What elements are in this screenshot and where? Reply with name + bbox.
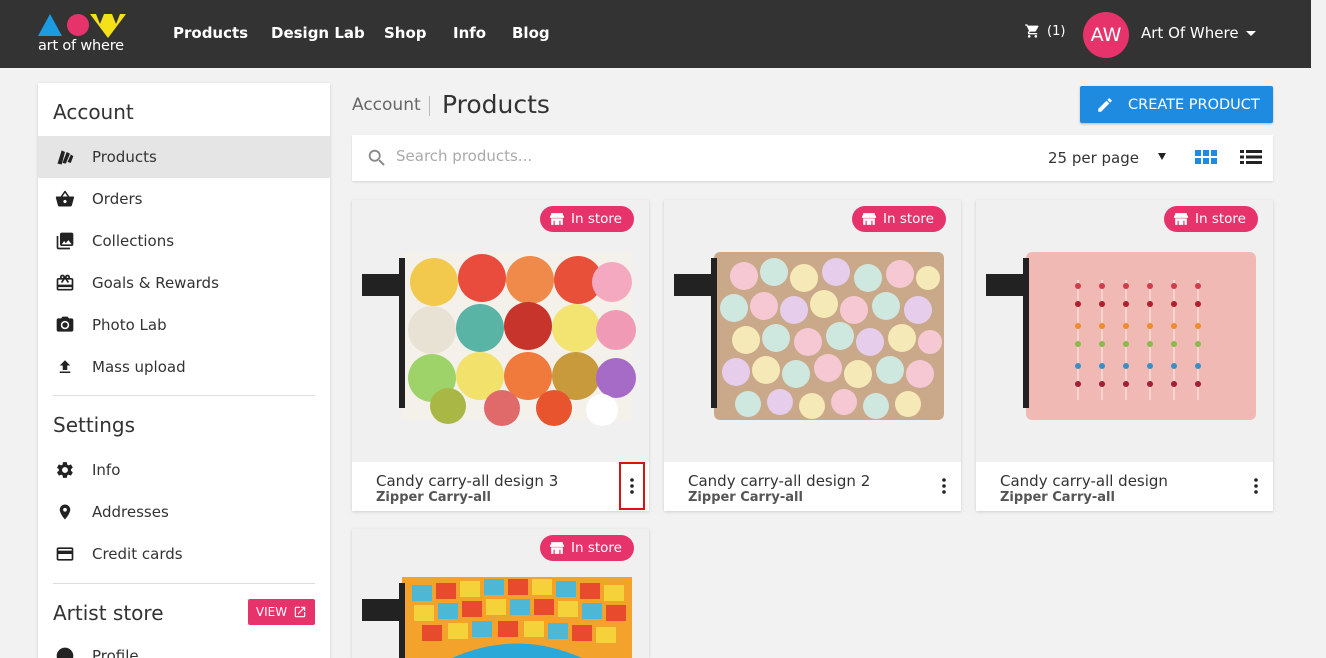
store-icon	[550, 542, 565, 554]
sidebar-item-label: Products	[92, 148, 157, 166]
in-store-badge: In store	[540, 535, 634, 561]
account-sidebar: Account Products Orders Collections Goal…	[38, 83, 330, 658]
more-vertical-icon	[630, 478, 634, 494]
view-button-label: VIEW	[255, 605, 288, 619]
sidebar-divider	[53, 395, 315, 396]
sidebar-item-mass-upload[interactable]: Mass upload	[38, 346, 330, 388]
sidebar-item-label: Collections	[92, 232, 175, 250]
sidebar-item-label: Photo Lab	[92, 316, 167, 334]
in-store-badge: In store	[852, 206, 946, 232]
search-icon	[368, 149, 385, 166]
view-store-button[interactable]: VIEW	[248, 599, 315, 625]
sidebar-item-label: Profile	[92, 647, 139, 658]
product-name[interactable]: Candy carry-all design 3	[376, 472, 558, 490]
product-name[interactable]: Candy carry-all design 2	[688, 472, 870, 490]
store-icon	[862, 213, 877, 225]
sidebar-item-credit-cards[interactable]: Credit cards	[38, 533, 330, 575]
product-type: Zipper Carry-all	[1000, 490, 1115, 505]
in-store-badge: In store	[1164, 206, 1258, 232]
nav-blog[interactable]: Blog	[512, 24, 550, 42]
more-vertical-icon	[1254, 478, 1258, 494]
store-icon	[550, 213, 565, 225]
sidebar-item-label: Goals & Rewards	[92, 274, 219, 292]
product-type: Zipper Carry-all	[376, 490, 491, 505]
sidebar-item-info[interactable]: Info	[38, 449, 330, 491]
badge-label: In store	[571, 540, 622, 556]
settings-heading: Settings	[53, 413, 136, 437]
nav-info[interactable]: Info	[453, 24, 486, 42]
product-card[interactable]: In store Candy carry-all design 3 Zipper…	[352, 200, 649, 511]
store-icon	[1174, 213, 1189, 225]
product-image[interactable]	[352, 200, 649, 462]
logo-text[interactable]: art of where	[38, 38, 124, 54]
dropdown-arrow-icon[interactable]	[1158, 153, 1166, 160]
more-vertical-icon	[942, 478, 946, 494]
product-more-button[interactable]	[931, 462, 957, 510]
cart-button[interactable]: (1)	[1024, 23, 1065, 39]
sidebar-item-label: Orders	[92, 190, 143, 208]
credit-card-icon	[54, 543, 76, 565]
cart-count: (1)	[1047, 23, 1066, 39]
product-name[interactable]: Candy carry-all design	[1000, 472, 1168, 490]
sidebar-item-goals-rewards[interactable]: Goals & Rewards	[38, 262, 330, 304]
product-more-button[interactable]	[619, 462, 645, 510]
sidebar-divider	[53, 583, 315, 584]
sidebar-item-label: Mass upload	[92, 358, 186, 376]
cart-icon	[1025, 24, 1039, 38]
location-pin-icon	[54, 501, 76, 523]
account-heading: Account	[53, 100, 134, 124]
sidebar-item-photo-lab[interactable]: Photo Lab	[38, 304, 330, 346]
grid-view-icon[interactable]	[1195, 148, 1217, 168]
badge-label: In store	[571, 211, 622, 227]
product-image[interactable]	[664, 200, 961, 462]
page-title: Products	[442, 90, 550, 119]
list-view-icon[interactable]	[1240, 148, 1262, 168]
top-navbar: art of where Products Design Lab Shop In…	[0, 0, 1311, 68]
upload-icon	[54, 356, 76, 378]
breadcrumb-separator	[429, 96, 430, 116]
sidebar-item-orders[interactable]: Orders	[38, 178, 330, 220]
sidebar-item-addresses[interactable]: Addresses	[38, 491, 330, 533]
gift-icon	[54, 272, 76, 294]
sidebar-item-profile[interactable]: Profile	[38, 635, 330, 658]
per-page-select[interactable]: 25 per page	[1048, 149, 1139, 167]
nav-shop[interactable]: Shop	[384, 24, 427, 42]
basket-icon	[54, 188, 76, 210]
collections-icon	[54, 230, 76, 252]
in-store-badge: In store	[540, 206, 634, 232]
gear-icon	[54, 459, 76, 481]
create-product-button[interactable]: CREATE PRODUCT	[1080, 86, 1273, 123]
swatch-icon	[54, 146, 76, 168]
sidebar-item-label: Addresses	[92, 503, 169, 521]
avatar[interactable]: AW	[1083, 12, 1129, 58]
artist-store-heading: Artist store	[53, 601, 164, 625]
product-card[interactable]: In store Candy carry-all design 2 Zipper…	[664, 200, 961, 511]
search-toolbar: 25 per page	[352, 135, 1273, 181]
badge-label: In store	[1195, 211, 1246, 227]
search-input[interactable]	[396, 147, 796, 165]
profile-icon	[54, 645, 76, 658]
camera-icon	[54, 314, 76, 336]
sidebar-item-label: Info	[92, 461, 121, 479]
badge-label: In store	[883, 211, 934, 227]
nav-design-lab[interactable]: Design Lab	[271, 24, 365, 42]
user-name[interactable]: Art Of Where	[1141, 24, 1239, 42]
sidebar-item-collections[interactable]: Collections	[38, 220, 330, 262]
chevron-down-icon[interactable]	[1246, 31, 1256, 36]
product-type: Zipper Carry-all	[688, 490, 803, 505]
sidebar-item-products[interactable]: Products	[38, 136, 330, 178]
open-in-new-icon	[294, 606, 306, 618]
nav-products[interactable]: Products	[173, 24, 248, 42]
product-image[interactable]	[976, 200, 1273, 462]
product-card[interactable]: In store Candy carry-all design Zipper C…	[976, 200, 1273, 511]
breadcrumb-account[interactable]: Account	[352, 95, 421, 115]
pencil-icon	[1098, 97, 1112, 112]
product-more-button[interactable]	[1243, 462, 1269, 510]
create-product-label: CREATE PRODUCT	[1128, 96, 1260, 113]
product-card[interactable]: In store	[352, 529, 649, 658]
sidebar-item-label: Credit cards	[92, 545, 183, 563]
